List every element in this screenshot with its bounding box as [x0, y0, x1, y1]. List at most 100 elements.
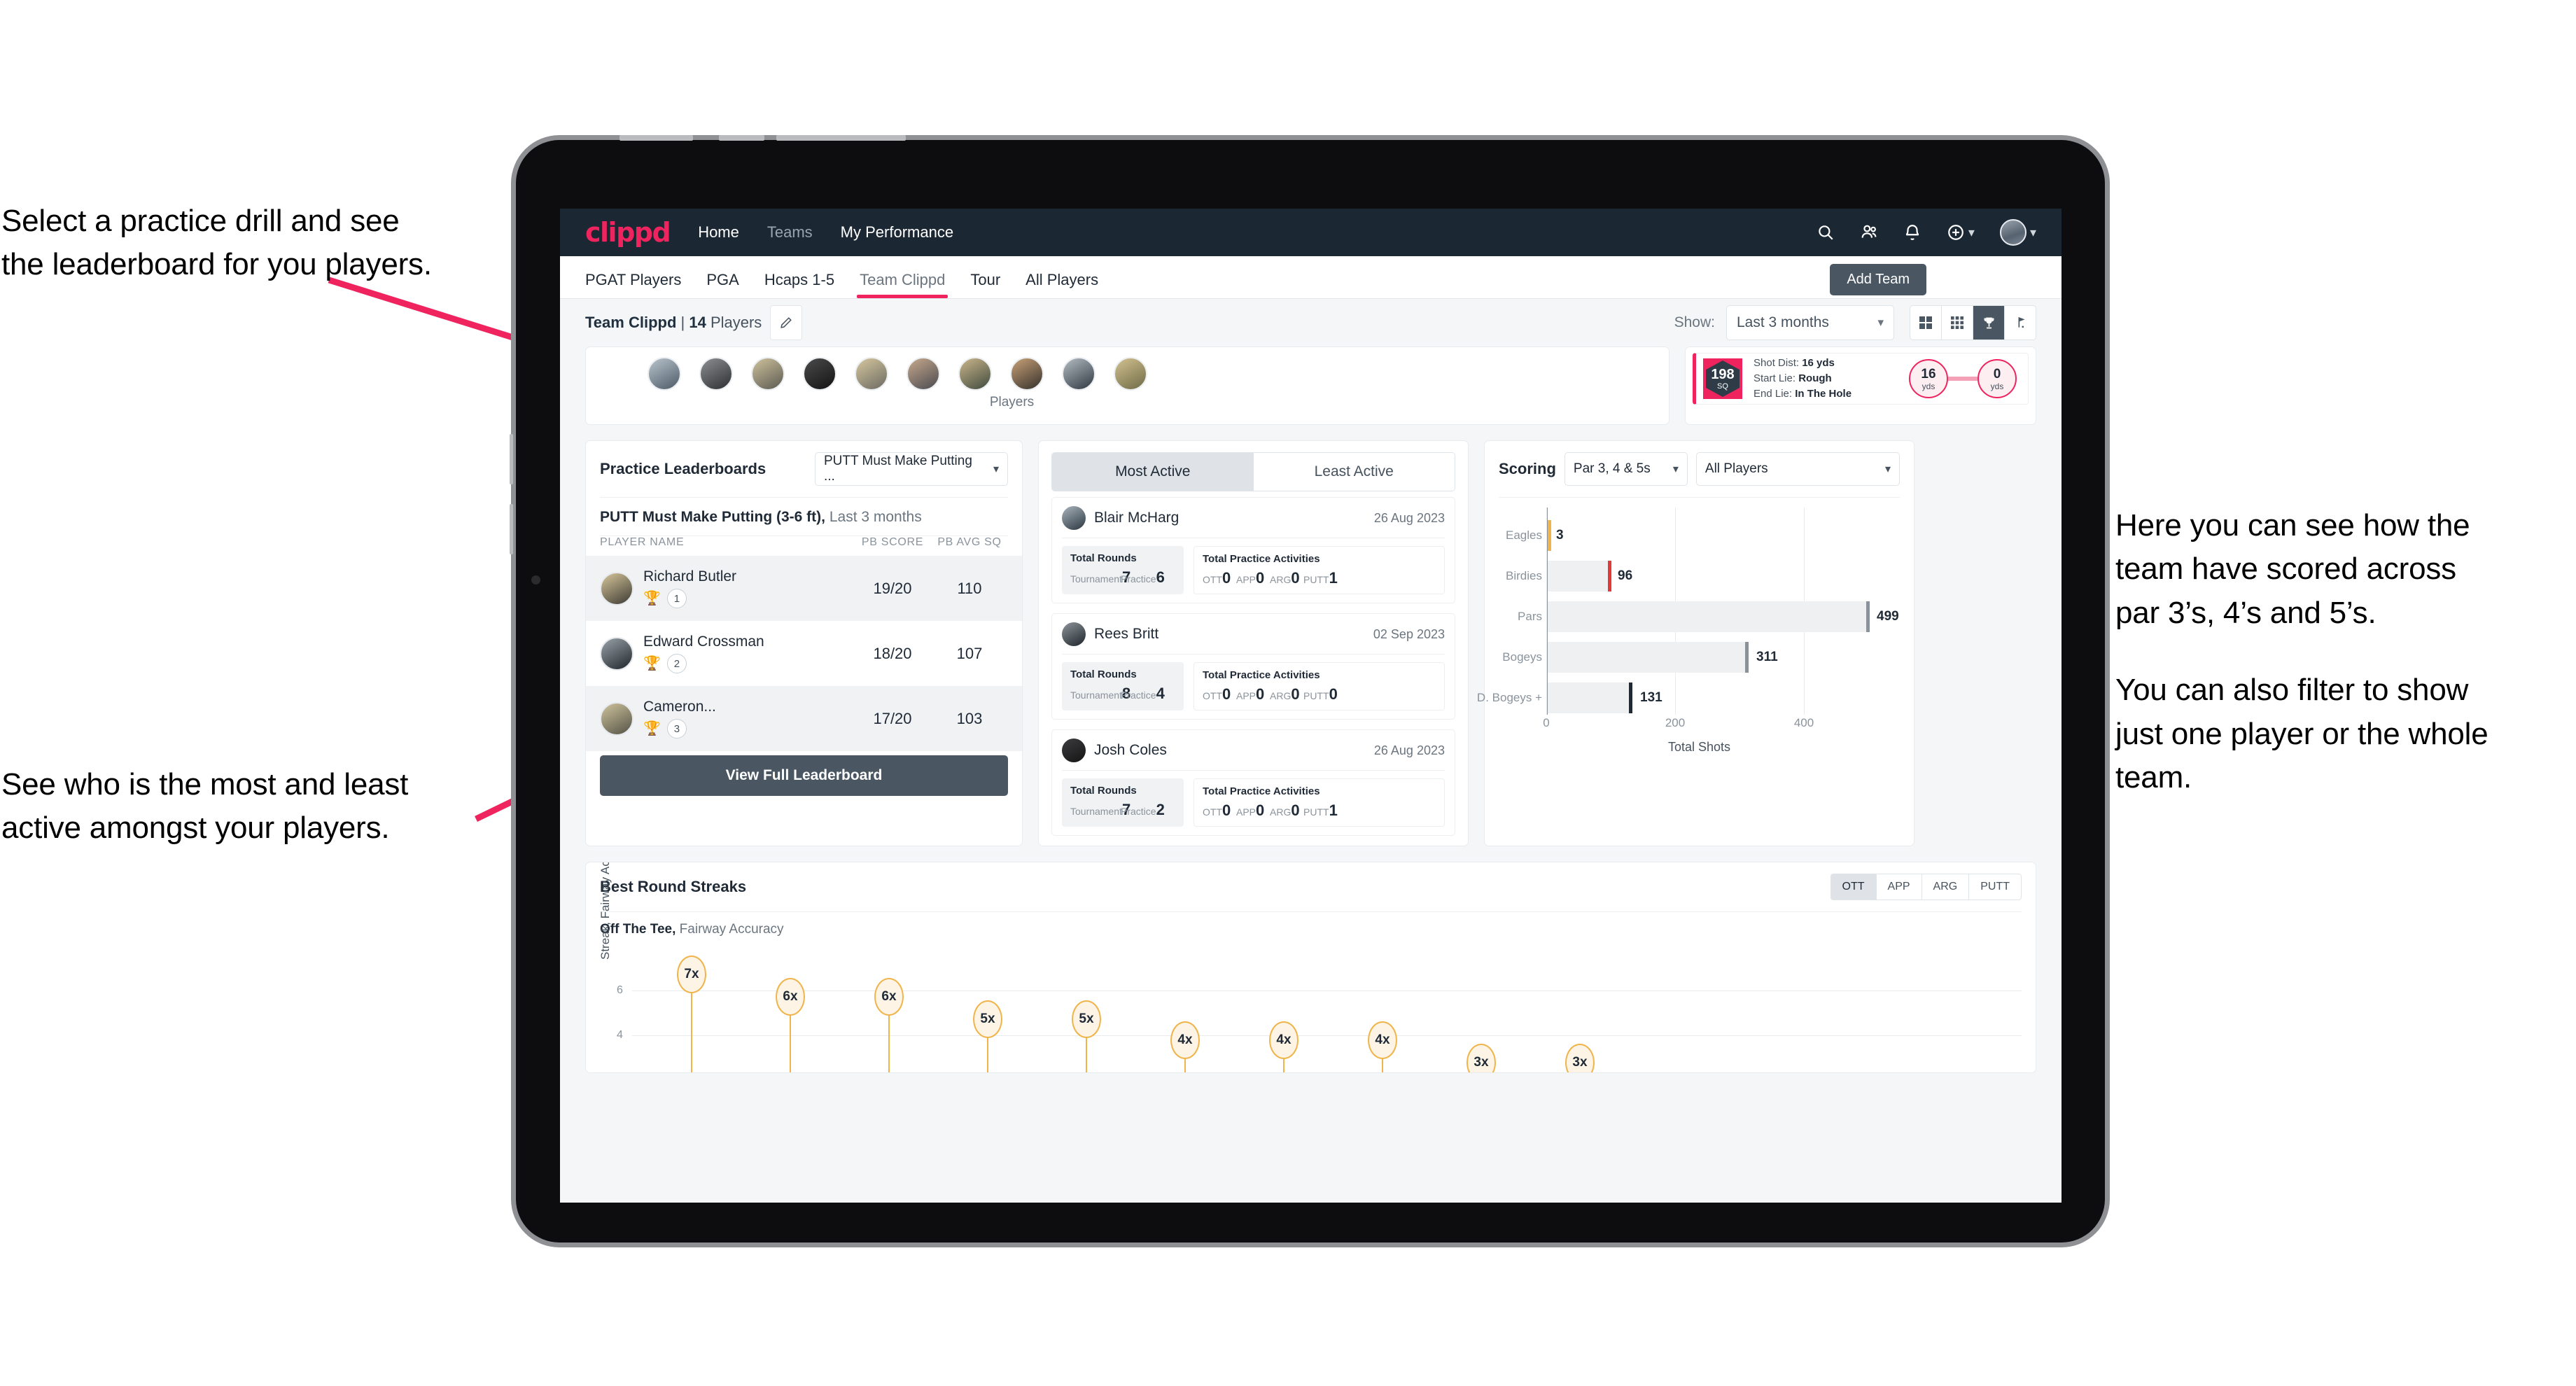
- chevron-down-icon: ▾: [1968, 225, 1975, 239]
- table-row[interactable]: Cameron... 🏆 3 17/20 103: [586, 686, 1022, 751]
- streak-point[interactable]: 6x: [874, 978, 904, 1016]
- start-lie-label: Start Lie:: [1754, 372, 1799, 385]
- annotation-left-top: Select a practice drill and see the lead…: [1, 200, 533, 287]
- player-avatar[interactable]: [803, 357, 836, 391]
- player-rank: 🏆 3: [643, 719, 854, 738]
- player-avatar[interactable]: [1114, 357, 1147, 391]
- players-strip-card: Players: [585, 346, 1670, 425]
- segment-app[interactable]: APP: [1876, 874, 1922, 899]
- tab-tour[interactable]: Tour: [958, 271, 1013, 298]
- search-icon[interactable]: [1816, 223, 1835, 241]
- tab-most-active[interactable]: Most Active: [1052, 453, 1254, 491]
- player-filter-select[interactable]: All Players ▾: [1695, 452, 1900, 486]
- streak-point[interactable]: 4x: [1170, 1021, 1200, 1059]
- people-icon[interactable]: [1860, 223, 1878, 241]
- nav-link-my-performance[interactable]: My Performance: [841, 223, 953, 241]
- profile-menu[interactable]: ▾: [1999, 219, 2036, 246]
- total-rounds-box: Total Rounds Tournament7 Practice6: [1062, 546, 1184, 594]
- practice-leaderboards-card: Practice Leaderboards PUTT Must Make Put…: [585, 440, 1023, 846]
- activity-item-header: Rees Britt 02 Sep 2023: [1062, 622, 1445, 646]
- stat-label: PUTT: [1303, 574, 1329, 585]
- tab-hcaps-1-5[interactable]: Hcaps 1-5: [752, 271, 847, 298]
- avatar[interactable]: [1999, 219, 2026, 246]
- streak-point[interactable]: 3x: [1565, 1044, 1595, 1072]
- tab-all-players[interactable]: All Players: [1013, 271, 1111, 298]
- trophy-icon: 🏆: [643, 721, 661, 736]
- bar-value: 499: [1877, 609, 1899, 624]
- date-range-select[interactable]: Last 3 months ▾: [1726, 305, 1894, 340]
- player-avatar[interactable]: [648, 357, 681, 391]
- tab-pgat-players[interactable]: PGAT Players: [585, 271, 694, 298]
- list-item[interactable]: Josh Coles 26 Aug 2023 Total Rounds Tour…: [1051, 729, 1455, 836]
- grid-large-icon-button[interactable]: [1910, 306, 1942, 340]
- drill-select[interactable]: PUTT Must Make Putting ... ▾: [815, 452, 1008, 486]
- streak-point[interactable]: 5x: [973, 1000, 1002, 1038]
- device-volume-down-button: [510, 504, 513, 554]
- total-practice-columns: OTT0 APP0 ARG0 PUTT1: [1203, 569, 1436, 587]
- player-avatar[interactable]: [1062, 357, 1096, 391]
- stat-label: Practice: [1121, 690, 1156, 701]
- player-avatar[interactable]: [1010, 357, 1044, 391]
- list-item[interactable]: Rees Britt 02 Sep 2023 Total Rounds Tour…: [1051, 613, 1455, 720]
- tab-team-clippd[interactable]: Team Clippd: [847, 271, 958, 298]
- player-name: Edward Crossman: [643, 634, 764, 650]
- table-row[interactable]: Richard Butler 🏆 1 19/20 110: [586, 556, 1022, 621]
- segment-putt[interactable]: PUTT: [1969, 874, 2021, 899]
- trophy-icon-button[interactable]: [1973, 306, 2005, 340]
- stat-practice: Practice6: [1121, 568, 1171, 587]
- chevron-down-icon: ▾: [1877, 316, 1884, 329]
- plus-circle-icon[interactable]: [1947, 223, 1965, 241]
- stat-value: 0: [1256, 802, 1265, 819]
- dashboard-row-bottom: Best Round Streaks OTT APP ARG PUTT Off …: [585, 862, 2036, 1073]
- player-avatar[interactable]: [958, 357, 992, 391]
- tablet-device-frame: clippd Home Teams My Performance ▾ ▾ PGA…: [510, 135, 2105, 1242]
- total-practice-title: Total Practice Activities: [1203, 553, 1320, 565]
- tab-least-active[interactable]: Least Active: [1253, 453, 1455, 491]
- bar-label: Pars: [1518, 610, 1542, 623]
- stat-app: APP0: [1236, 802, 1270, 820]
- par-filter-select[interactable]: Par 3, 4 & 5s ▾: [1564, 452, 1688, 486]
- streak-point[interactable]: 5x: [1072, 1000, 1101, 1038]
- streak-point[interactable]: 4x: [1368, 1021, 1397, 1059]
- total-practice-title: Total Practice Activities: [1203, 669, 1320, 681]
- table-row[interactable]: Edward Crossman 🏆 2 18/20 107: [586, 621, 1022, 686]
- plus-circle-menu[interactable]: ▾: [1947, 223, 1975, 241]
- bar-value: 311: [1756, 650, 1778, 664]
- list-item[interactable]: Blair McHarg 26 Aug 2023 Total Rounds To…: [1051, 497, 1455, 603]
- streak-point[interactable]: 6x: [776, 978, 805, 1016]
- tab-pga[interactable]: PGA: [694, 271, 751, 298]
- edit-team-button[interactable]: [770, 305, 803, 340]
- streak-point[interactable]: 7x: [677, 955, 706, 993]
- stat-ott: OTT0: [1203, 569, 1236, 587]
- segment-arg[interactable]: ARG: [1921, 874, 1970, 899]
- stat-label: OTT: [1203, 806, 1222, 818]
- grid-small-icon-button[interactable]: [1942, 306, 1973, 340]
- player-avatar[interactable]: [699, 357, 733, 391]
- drill-select-value: PUTT Must Make Putting ...: [824, 454, 972, 484]
- stat-label: Tournament: [1070, 690, 1122, 701]
- scoring-header: Scoring Par 3, 4 & 5s ▾ All Players ▾: [1485, 441, 1914, 497]
- player-avatar[interactable]: [751, 357, 785, 391]
- clippd-logo[interactable]: clippd: [585, 219, 671, 246]
- streak-stem: [987, 1035, 988, 1072]
- total-rounds-title: Total Rounds: [1070, 552, 1137, 564]
- segment-ott[interactable]: OTT: [1830, 874, 1877, 899]
- players-avatar-list: [586, 347, 1669, 391]
- bell-icon[interactable]: [1903, 223, 1921, 241]
- bar-value: 3: [1556, 528, 1564, 542]
- player-avatar[interactable]: [855, 357, 888, 391]
- add-team-button[interactable]: Add Team: [1830, 264, 1926, 295]
- streak-point[interactable]: 4x: [1269, 1021, 1298, 1059]
- view-full-leaderboard-button[interactable]: View Full Leaderboard: [600, 755, 1008, 796]
- bar-fill: [1548, 642, 1748, 673]
- flag-icon-button[interactable]: [2005, 306, 2036, 340]
- nav-link-home[interactable]: Home: [698, 223, 739, 241]
- streak-point[interactable]: 3x: [1466, 1044, 1496, 1072]
- grid-large-icon: [1919, 316, 1932, 329]
- trophy-icon: 🏆: [643, 656, 661, 671]
- nav-link-teams[interactable]: Teams: [767, 223, 813, 241]
- total-rounds-box: Total Rounds Tournament8 Practice4: [1062, 662, 1184, 710]
- player-avatar[interactable]: [906, 357, 940, 391]
- shot-quality-value: 198: [1711, 366, 1735, 382]
- avatar: [1062, 738, 1086, 762]
